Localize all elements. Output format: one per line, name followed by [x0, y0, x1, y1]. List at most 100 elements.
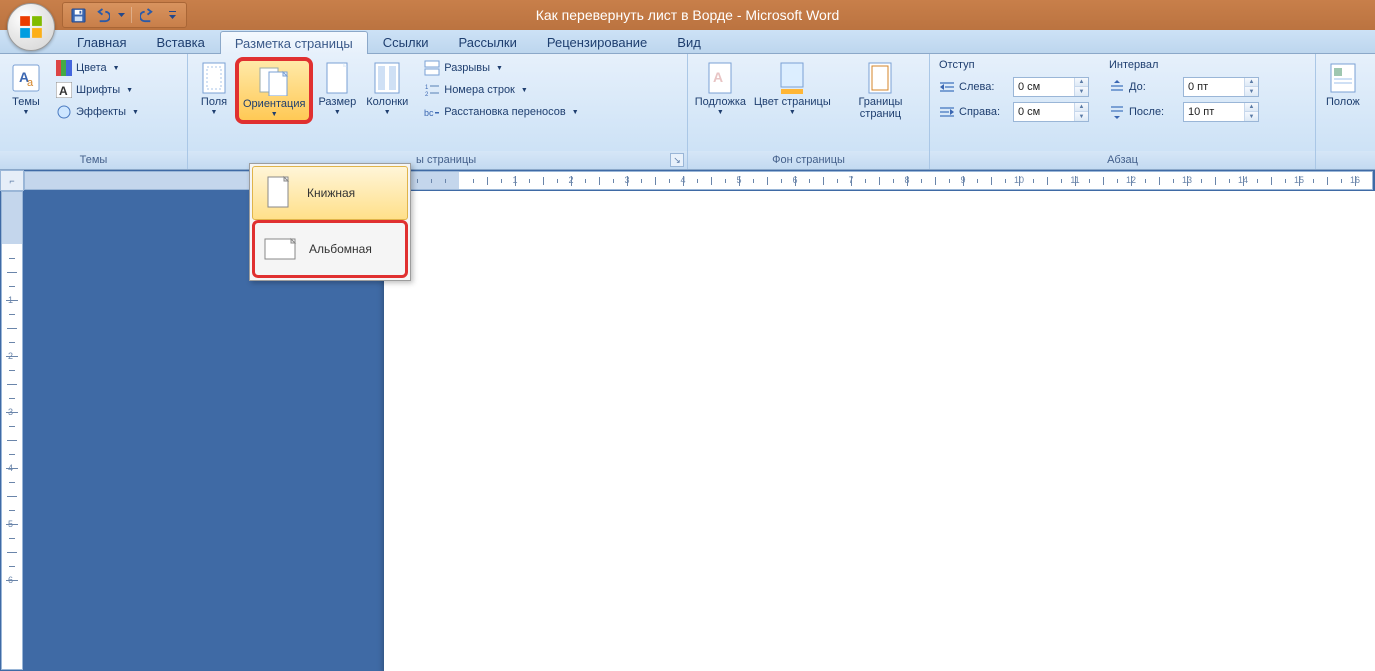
line-numbers-label: Номера строк: [444, 84, 515, 96]
ruler-corner[interactable]: ⌐: [0, 170, 24, 191]
page-setup-launcher[interactable]: ↘: [670, 153, 684, 167]
spin-down[interactable]: ▼: [1245, 112, 1258, 121]
margins-button[interactable]: Поля ▼: [193, 57, 235, 118]
spacing-after-label: После:: [1129, 106, 1179, 118]
group-arrange: Полож: [1316, 54, 1375, 169]
spacing-before-label: До:: [1129, 81, 1179, 93]
spin-up[interactable]: ▲: [1245, 103, 1258, 112]
chevron-down-icon: ▼: [113, 65, 120, 72]
svg-text:A: A: [59, 84, 68, 98]
spin-down[interactable]: ▼: [1075, 87, 1088, 96]
office-button[interactable]: [7, 3, 55, 51]
landscape-icon: [263, 235, 297, 263]
chevron-down-icon: ▼: [572, 109, 579, 116]
colors-icon: [56, 60, 72, 76]
page-borders-label: Границы страниц: [842, 96, 919, 120]
columns-button[interactable]: Колонки ▼: [361, 57, 413, 118]
group-page-bg-label: Фон страницы: [688, 151, 929, 169]
margins-icon: [199, 61, 229, 95]
svg-text:a: a: [27, 77, 34, 89]
spin-down[interactable]: ▼: [1075, 112, 1088, 121]
effects-label: Эффекты: [76, 106, 126, 118]
page: [384, 191, 1375, 671]
chevron-down-icon: [169, 11, 176, 20]
group-page-setup: Поля ▼ Ориентация ▼ Размер ▼ Колонки ▼: [188, 54, 688, 169]
tab-page-layout[interactable]: Разметка страницы: [220, 31, 368, 54]
spin-up[interactable]: ▲: [1245, 78, 1258, 87]
theme-effects-button[interactable]: Эффекты ▼: [51, 101, 144, 123]
tab-view[interactable]: Вид: [662, 30, 716, 53]
group-themes: Aa Темы ▼ Цвета ▼ A Шрифты ▼ Эффекты: [0, 54, 188, 169]
indent-left-input[interactable]: ▲▼: [1013, 77, 1089, 97]
spin-up[interactable]: ▲: [1075, 78, 1088, 87]
svg-text:2: 2: [425, 92, 429, 98]
breaks-button[interactable]: Разрывы ▼: [419, 57, 583, 79]
spacing-after-input[interactable]: ▲▼: [1183, 102, 1259, 122]
svg-text:1: 1: [425, 85, 429, 91]
tab-references[interactable]: Ссылки: [368, 30, 444, 53]
chevron-down-icon: ▼: [132, 109, 139, 116]
indent-heading: Отступ: [935, 59, 1093, 74]
chevron-down-icon: ▼: [126, 87, 133, 94]
page-color-label: Цвет страницы: [754, 96, 831, 108]
colors-label: Цвета: [76, 62, 107, 74]
hyphenation-icon: bc: [424, 104, 440, 120]
save-icon: [71, 8, 86, 23]
horizontal-ruler[interactable]: 12345678910111213141516: [24, 171, 1373, 190]
ribbon-tabs: Главная Вставка Разметка страницы Ссылки…: [0, 30, 1375, 54]
quick-access-toolbar: [62, 2, 187, 28]
size-button[interactable]: Размер ▼: [313, 57, 361, 118]
chevron-down-icon: ▼: [334, 109, 341, 116]
chevron-down-icon: ▼: [23, 109, 30, 116]
position-icon: [1328, 62, 1358, 94]
spin-down[interactable]: ▼: [1245, 87, 1258, 96]
chevron-down-icon: ▼: [271, 111, 278, 118]
hyphenation-label: Расстановка переносов: [444, 106, 565, 118]
separator: [131, 7, 132, 23]
themes-button[interactable]: Aa Темы ▼: [5, 57, 47, 118]
tab-home[interactable]: Главная: [62, 30, 141, 53]
chevron-down-icon: ▼: [211, 109, 218, 116]
group-themes-label: Темы: [0, 151, 187, 169]
breaks-label: Разрывы: [444, 62, 490, 74]
qat-customize[interactable]: [166, 11, 178, 20]
spacing-before-input[interactable]: ▲▼: [1183, 77, 1259, 97]
line-numbers-button[interactable]: 12 Номера строк ▼: [419, 79, 583, 101]
tab-mailings[interactable]: Рассылки: [444, 30, 532, 53]
columns-label: Колонки: [366, 96, 408, 108]
theme-fonts-button[interactable]: A Шрифты ▼: [51, 79, 144, 101]
office-logo-icon: [18, 14, 44, 40]
hyphenation-button[interactable]: bc Расстановка переносов ▼: [419, 101, 583, 123]
line-numbers-icon: 12: [424, 82, 440, 98]
undo-button[interactable]: [91, 5, 113, 25]
redo-button[interactable]: [136, 5, 158, 25]
size-label: Размер: [318, 96, 356, 108]
indent-right-input[interactable]: ▲▼: [1013, 102, 1089, 122]
portrait-label: Книжная: [307, 186, 355, 200]
theme-colors-button[interactable]: Цвета ▼: [51, 57, 144, 79]
position-button[interactable]: Полож: [1321, 57, 1365, 110]
tab-review[interactable]: Рецензирование: [532, 30, 662, 53]
watermark-button[interactable]: A Подложка ▼: [693, 57, 748, 118]
ruler-margin-shade: [2, 192, 22, 244]
svg-text:A: A: [713, 69, 723, 85]
orientation-landscape[interactable]: Альбомная: [252, 220, 408, 278]
orientation-button[interactable]: Ориентация ▼: [235, 57, 313, 124]
tab-insert[interactable]: Вставка: [141, 30, 219, 53]
vertical-ruler[interactable]: 123456: [1, 191, 23, 670]
save-button[interactable]: [67, 5, 89, 25]
page-color-button[interactable]: Цвет страницы ▼: [754, 57, 831, 118]
chevron-down-icon: [118, 13, 125, 17]
page-borders-button[interactable]: Границы страниц: [837, 57, 924, 122]
page-color-icon: [778, 61, 806, 95]
document-area[interactable]: [24, 191, 1375, 671]
undo-dropdown[interactable]: [115, 13, 127, 17]
group-page-background: A Подложка ▼ Цвет страницы ▼ Границы стр…: [688, 54, 930, 169]
orientation-portrait[interactable]: Книжная: [252, 166, 408, 220]
spacing-heading: Интервал: [1105, 59, 1263, 74]
spacing-before-icon: [1109, 79, 1125, 95]
themes-label: Темы: [12, 96, 40, 108]
chevron-down-icon: ▼: [384, 109, 391, 116]
spin-up[interactable]: ▲: [1075, 103, 1088, 112]
chevron-down-icon: ▼: [789, 109, 796, 116]
